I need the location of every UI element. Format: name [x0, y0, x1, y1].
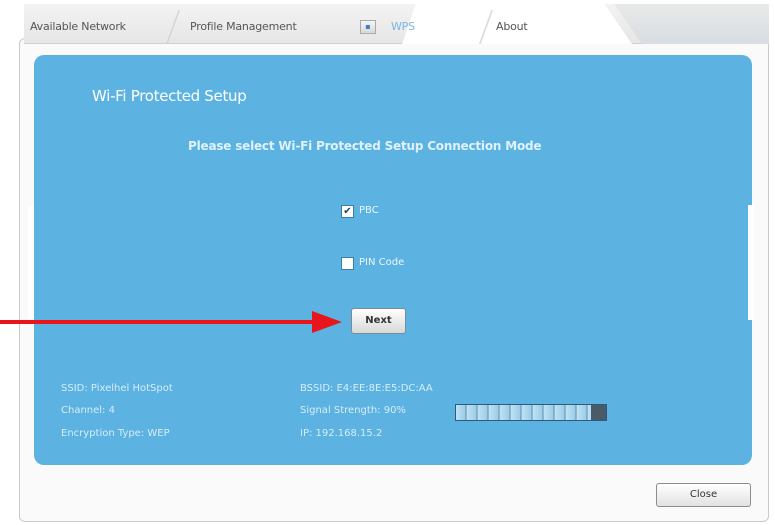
tab-available-network[interactable]: Available Network — [30, 10, 126, 44]
channel-text: Channel: 4 — [61, 405, 115, 416]
bssid-text: BSSID: E4:EE:8E:E5:DC:AA — [300, 383, 433, 394]
page-title: Wi-Fi Protected Setup — [92, 87, 247, 105]
close-button[interactable]: Close — [656, 483, 751, 507]
pin-code-checkbox[interactable] — [341, 257, 354, 270]
signal-strength-remainder — [591, 405, 606, 420]
tab-about[interactable]: About — [496, 10, 528, 44]
annotation-arrow-shaft — [0, 320, 320, 324]
pin-code-label: PIN Code — [359, 257, 405, 268]
tab-profile-management[interactable]: Profile Management — [190, 10, 297, 44]
pbc-label: PBC — [359, 205, 379, 216]
signal-strength-text: Signal Strength: 90% — [300, 405, 406, 416]
panel-notch-right — [748, 205, 754, 320]
encryption-text: Encryption Type: WEP — [61, 428, 170, 439]
ssid-text: SSID: Pixelhel HotSpot — [61, 383, 173, 394]
tab-wps[interactable]: WPS — [391, 10, 415, 44]
wps-mode-prompt: Please select Wi-Fi Protected Setup Conn… — [188, 139, 542, 153]
tab-separator — [166, 10, 180, 44]
next-button[interactable]: Next — [351, 308, 406, 334]
signal-strength-bar — [455, 404, 607, 421]
annotation-arrow-head — [312, 311, 342, 333]
signal-strength-fill — [456, 405, 591, 420]
panel-notch-left — [28, 205, 34, 320]
ip-text: IP: 192.168.15.2 — [300, 428, 383, 439]
tab-bar: Available Network Profile Management ▪ W… — [24, 4, 769, 44]
wps-tab-icon[interactable]: ▪ — [360, 20, 376, 34]
pbc-checkbox[interactable]: ✔ — [341, 205, 354, 218]
tab-separator — [479, 10, 493, 44]
